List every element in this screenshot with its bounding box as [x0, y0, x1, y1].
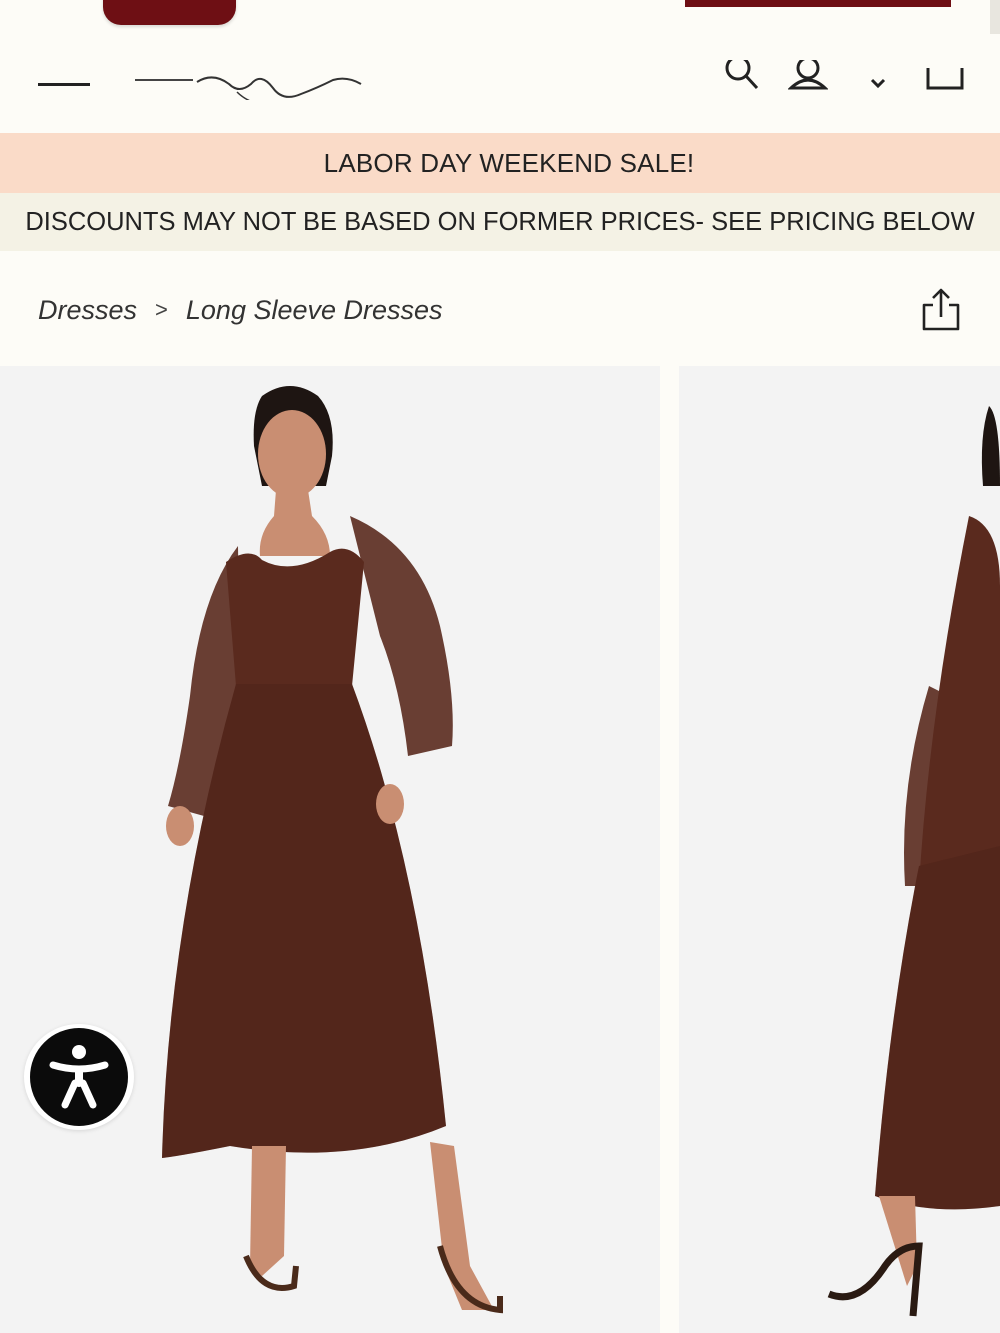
top-strip: [0, 0, 1000, 40]
disclaimer-banner-text: DISCOUNTS MAY NOT BE BASED ON FORMER PRI…: [25, 207, 975, 236]
breadcrumb-item-long-sleeve-dresses[interactable]: Long Sleeve Dresses: [186, 295, 443, 326]
accessibility-button[interactable]: [24, 1024, 134, 1130]
hamburger-menu-icon[interactable]: [38, 83, 90, 89]
site-header: [0, 40, 1000, 133]
breadcrumb-item-dresses[interactable]: Dresses: [38, 295, 137, 326]
breadcrumb-separator: >: [155, 297, 168, 322]
accessibility-icon: [30, 1028, 128, 1126]
sale-banner[interactable]: LABOR DAY WEEKEND SALE!: [0, 133, 1000, 193]
scroll-edge: [990, 0, 1000, 34]
top-promo-pill[interactable]: [103, 0, 236, 25]
top-accent-bar: [685, 0, 951, 7]
brand-logo[interactable]: [133, 50, 365, 100]
shopping-bag-icon[interactable]: [924, 60, 964, 96]
search-icon[interactable]: [724, 60, 764, 96]
sale-banner-text: LABOR DAY WEEKEND SALE!: [323, 147, 695, 178]
product-gallery[interactable]: [0, 366, 1000, 1333]
account-icon[interactable]: [788, 60, 828, 96]
wishlist-heart-icon[interactable]: [862, 60, 902, 96]
disclaimer-banner: DISCOUNTS MAY NOT BE BASED ON FORMER PRI…: [0, 193, 1000, 251]
product-photo-side[interactable]: [679, 366, 1000, 1333]
share-icon[interactable]: [920, 287, 962, 333]
breadcrumb: Dresses > Long Sleeve Dresses: [38, 290, 443, 330]
product-photo-front[interactable]: [0, 366, 660, 1333]
